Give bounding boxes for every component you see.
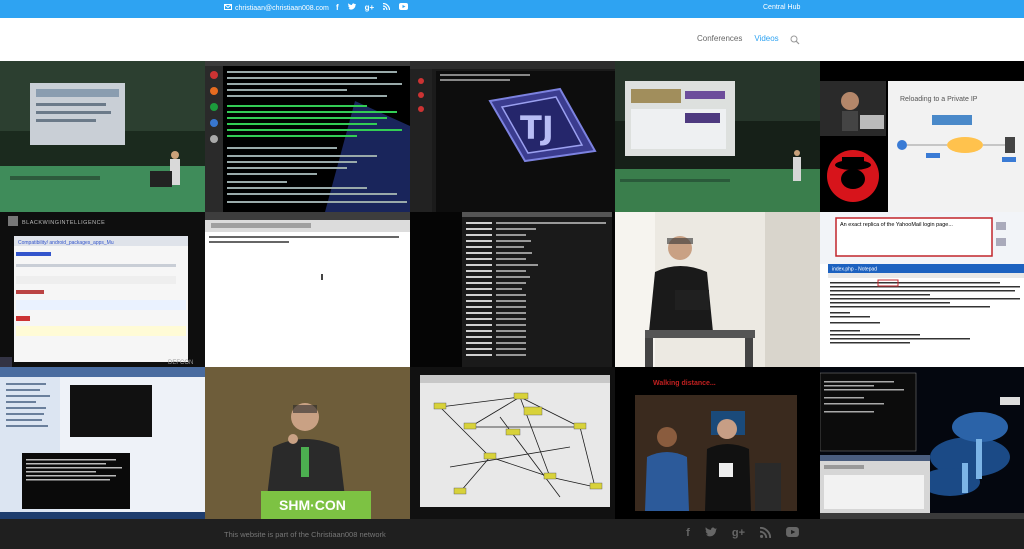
yahoomail-caption: An exact replica of the YahooMail login … — [840, 222, 953, 228]
video-thumbnail-private-ip[interactable]: Reloading to a Private IP — [820, 61, 1024, 212]
rss-icon[interactable] — [759, 526, 772, 541]
video-grid: TJ Reloading to a Private IP BLACKWINGIN… — [0, 61, 1024, 519]
search-icon[interactable] — [790, 32, 800, 45]
svg-text:index.php - Notepad: index.php - Notepad — [832, 267, 877, 273]
youtube-icon[interactable] — [786, 527, 799, 541]
footer-note: This website is part of the Christiaan00… — [224, 530, 386, 539]
video-thumbnail-conference-stage[interactable] — [0, 61, 205, 212]
video-thumbnail-blue-logo[interactable]: TJ — [410, 61, 615, 212]
rss-icon[interactable] — [383, 2, 391, 12]
email-link[interactable]: christiaan@christiaan008.com — [235, 5, 329, 12]
central-hub-link[interactable]: Central Hub — [763, 4, 800, 11]
google-plus-icon[interactable]: g+ — [732, 527, 745, 541]
facebook-icon[interactable]: f — [686, 527, 690, 541]
video-thumbnail-blackwing-browser[interactable]: BLACKWINGINTELLIGENCE Compatibility/ and… — [0, 212, 205, 367]
nav-videos[interactable]: Videos — [754, 34, 778, 43]
video-thumbnail-walking-distance[interactable]: Walking distance... — [615, 367, 820, 519]
svg-text:TJ: TJ — [520, 109, 554, 147]
twitter-icon[interactable] — [705, 527, 717, 541]
shmoocon-banner: SHM·CON — [279, 497, 346, 513]
footer-social-links: f g+ — [686, 526, 799, 541]
google-plus-icon[interactable]: g+ — [365, 3, 375, 12]
contact-email[interactable]: christiaan@christiaan008.com — [224, 4, 329, 12]
envelope-icon — [224, 4, 232, 12]
nav-conferences[interactable]: Conferences — [697, 34, 742, 43]
private-ip-caption: Reloading to a Private IP — [900, 96, 978, 103]
facebook-icon[interactable]: f — [336, 3, 339, 12]
video-thumbnail-shmoocon-speaker[interactable]: SHM·CON — [205, 367, 410, 519]
main-nav: Conferences Videos — [697, 34, 779, 43]
top-bar: christiaan@christiaan008.com f g+ Centra… — [0, 0, 1024, 18]
video-thumbnail-yahoomail-talk[interactable] — [615, 61, 820, 212]
walking-distance-caption: Walking distance... — [653, 380, 716, 387]
video-thumbnail-desktop-mushrooms[interactable] — [820, 367, 1024, 519]
video-thumbnail-sqlmap-terminal[interactable] — [205, 212, 410, 367]
twitter-icon[interactable] — [347, 3, 356, 12]
video-thumbnail-terminal-output[interactable] — [205, 61, 410, 212]
site-header: Conferences Videos — [0, 18, 1024, 61]
video-thumbnail-notepad-replica[interactable]: An exact replica of the YahooMail login … — [820, 212, 1024, 367]
video-thumbnail-network-graph[interactable] — [410, 367, 615, 519]
video-thumbnail-speaker-podium[interactable] — [615, 212, 820, 367]
svg-text:BLACKWINGINTELLIGENCE: BLACKWINGINTELLIGENCE — [22, 220, 105, 226]
youtube-icon[interactable] — [399, 3, 409, 12]
svg-text:DEFCON: DEFCON — [168, 360, 193, 366]
site-footer: This website is part of the Christiaan00… — [0, 519, 1024, 549]
video-thumbnail-file-explorer[interactable] — [0, 367, 205, 519]
video-thumbnail-hash-list[interactable] — [410, 212, 615, 367]
svg-text:Compatibility/ android_package: Compatibility/ android_packages_apps_Mu — [18, 240, 114, 246]
top-social-links: f g+ — [336, 2, 409, 12]
